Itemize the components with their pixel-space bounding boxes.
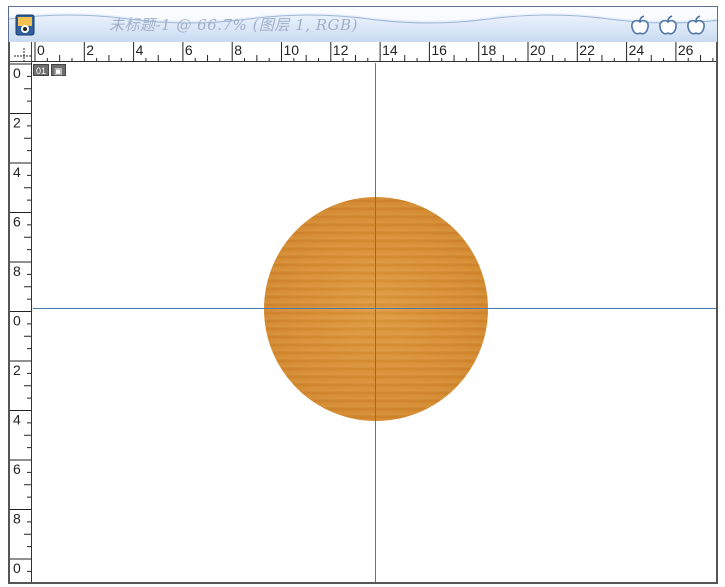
layer-badge: 01 <box>33 64 50 76</box>
vertical-ruler-label: 8 <box>13 511 21 527</box>
vertical-ruler-label: 2 <box>13 362 21 378</box>
horizontal-ruler-label: 4 <box>136 42 144 58</box>
vertical-ruler-ticks: 0 2 4 6 8 0 2 4 6 8 0 <box>10 63 31 576</box>
vertical-ruler-label: 0 <box>13 65 21 81</box>
horizontal-ruler-label: 22 <box>579 42 595 58</box>
document-canvas[interactable] <box>33 63 716 582</box>
vertical-ruler-label: 4 <box>13 412 21 428</box>
vertical-ruler-label: 4 <box>13 164 21 180</box>
horizontal-ruler-label: 26 <box>678 42 694 58</box>
title-bar[interactable]: 未标题-1 @ 66.7% (图层 1, RGB) <box>8 6 718 42</box>
apple-icon[interactable] <box>685 15 707 37</box>
horizontal-ruler-label: 24 <box>629 42 645 58</box>
vertical-ruler-label: 0 <box>13 313 21 329</box>
document-window: 未标题-1 @ 66.7% (图层 1, RGB) 0 2 4 6 8 10 12 14 16 1… <box>0 0 725 587</box>
horizontal-ruler-label: 6 <box>185 42 193 58</box>
horizontal-ruler-ticks: 0 2 4 6 8 10 12 14 16 18 20 22 24 26 <box>34 42 714 61</box>
horizontal-ruler-label: 20 <box>530 42 546 58</box>
photoshop-doc-icon[interactable] <box>15 14 35 36</box>
horizontal-ruler-label: 12 <box>333 42 349 58</box>
window-title: 未标题-1 @ 66.7% (图层 1, RGB) <box>109 16 358 34</box>
horizontal-ruler-label: 14 <box>382 42 398 58</box>
vertical-ruler-label: 0 <box>13 560 21 576</box>
wood-circle-shape[interactable] <box>264 197 488 421</box>
horizontal-ruler-label: 18 <box>481 42 497 58</box>
image-badge-icon: ▣ <box>51 64 66 76</box>
horizontal-guide[interactable] <box>33 308 716 309</box>
horizontal-ruler-label: 16 <box>431 42 447 58</box>
vertical-ruler-label: 6 <box>13 214 21 230</box>
vertical-ruler[interactable]: 0 2 4 6 8 0 2 4 6 8 0 <box>10 62 32 582</box>
ruler-origin-icon <box>14 48 32 62</box>
vertical-ruler-label: 6 <box>13 461 21 477</box>
horizontal-ruler-label: 8 <box>234 42 242 58</box>
vertical-ruler-label: 2 <box>13 115 21 131</box>
apple-icon[interactable] <box>629 15 651 37</box>
horizontal-ruler-label: 0 <box>37 42 45 58</box>
canvas-badges: 01 ▣ <box>33 64 66 78</box>
apple-icon[interactable] <box>657 15 679 37</box>
vertical-ruler-label: 8 <box>13 263 21 279</box>
horizontal-ruler-label: 10 <box>284 42 300 58</box>
horizontal-ruler-label: 2 <box>86 42 94 58</box>
vertical-guide[interactable] <box>375 63 376 582</box>
ruler-origin[interactable] <box>10 42 32 62</box>
horizontal-ruler[interactable]: 0 2 4 6 8 10 12 14 16 18 20 22 24 26 <box>32 42 716 62</box>
